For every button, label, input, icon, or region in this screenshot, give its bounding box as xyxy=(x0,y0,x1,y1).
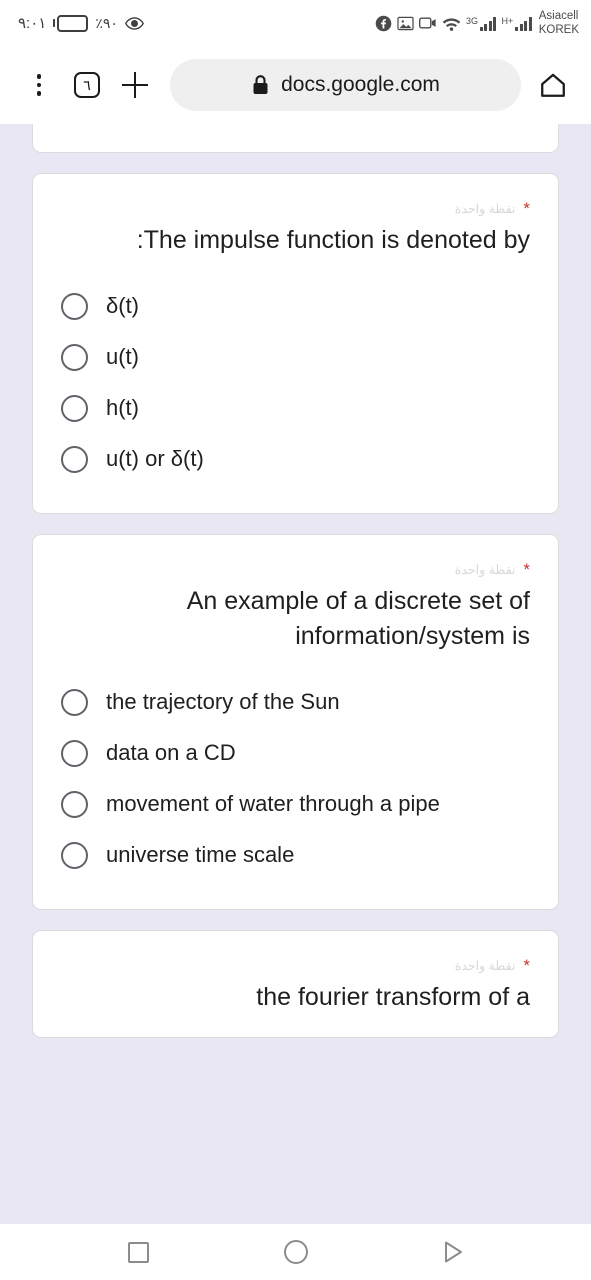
question-2-options: the trajectory of the Sun data on a CD m… xyxy=(61,677,530,881)
radio-button[interactable] xyxy=(61,445,88,473)
question-card-1: * نقطة واحدة The impulse function is den… xyxy=(32,173,559,514)
sim2-signal-indicator: H+ xyxy=(501,15,532,31)
radio-option[interactable]: δ(t) xyxy=(61,281,530,332)
radio-button[interactable] xyxy=(61,739,88,767)
question-card-3: * نقطة واحدة the fourier transform of a xyxy=(32,929,559,1038)
photo-icon xyxy=(397,16,414,31)
home-icon[interactable] xyxy=(531,63,575,107)
question-1-meta: * نقطة واحدة xyxy=(61,200,530,217)
question-1-title: The impulse function is denoted by: xyxy=(136,226,530,254)
radio-option[interactable]: movement of water through a pipe xyxy=(61,779,530,830)
new-tab-button[interactable] xyxy=(112,62,158,108)
radio-option-label: movement of water through a pipe xyxy=(106,791,440,816)
browser-toolbar: ٦ docs.google.com xyxy=(0,46,591,124)
square-recents-icon[interactable] xyxy=(111,1229,167,1275)
carrier-1-label: Asiacell xyxy=(538,9,579,22)
radio-option-label: u(t) or δ(t) xyxy=(106,446,204,471)
battery-percent-label: ٪٩٠ xyxy=(95,14,118,31)
sim1-signal-bars xyxy=(479,16,497,31)
circle-home-icon[interactable] xyxy=(268,1229,324,1275)
required-asterisk: * xyxy=(523,559,530,579)
url-text: docs.google.com xyxy=(281,73,440,96)
plus-icon xyxy=(122,72,148,98)
url-bar[interactable]: docs.google.com xyxy=(170,59,521,111)
lock-icon xyxy=(251,74,270,96)
radio-option-label: the trajectory of the Sun xyxy=(106,689,340,714)
question-3-meta: * نقطة واحدة xyxy=(61,957,530,974)
facebook-icon xyxy=(375,15,392,32)
radio-option-label: universe time scale xyxy=(106,842,295,867)
tab-switcher-button[interactable]: ٦ xyxy=(64,62,110,108)
radio-option[interactable]: h(t) xyxy=(61,383,530,434)
status-bar-left: ٩:٠١ ٪٩٠ xyxy=(18,14,144,33)
status-bar: ٩:٠١ ٪٩٠ 3G H+ Asiacell KOREK xyxy=(0,0,591,46)
question-2-title: An example of a discrete set of informat… xyxy=(186,586,530,651)
question-points-label: نقطة واحدة xyxy=(454,202,516,216)
radio-option[interactable]: the trajectory of the Sun xyxy=(61,677,530,728)
required-asterisk: * xyxy=(523,199,530,218)
kebab-menu-icon[interactable] xyxy=(16,62,62,108)
battery-icon xyxy=(53,14,89,32)
question-points-label: نقطة واحدة xyxy=(454,958,516,973)
status-bar-right: 3G H+ Asiacell KOREK xyxy=(375,9,579,37)
sim2-signal-bars xyxy=(515,16,532,31)
required-asterisk: * xyxy=(523,955,530,975)
question-2-meta: * نقطة واحدة xyxy=(61,561,530,578)
form-page[interactable]: * نقطة واحدة The impulse function is den… xyxy=(0,124,591,1224)
radio-option-label: u(t) xyxy=(106,344,139,369)
question-points-label: نقطة واحدة xyxy=(454,562,516,577)
radio-option[interactable]: universe time scale xyxy=(61,830,530,881)
status-time: ٩:٠١ xyxy=(18,15,47,32)
radio-option[interactable]: u(t) or δ(t) xyxy=(61,434,530,485)
radio-option-label: δ(t) xyxy=(106,293,140,318)
sim1-signal-indicator: 3G xyxy=(466,16,497,31)
sim2-network-label: H+ xyxy=(501,15,514,26)
question-3-title: the fourier transform of a xyxy=(256,982,530,1011)
sim1-network-label: 3G xyxy=(465,15,478,26)
radio-button[interactable] xyxy=(61,841,88,869)
android-navigation-bar xyxy=(0,1224,591,1280)
video-camera-icon xyxy=(418,16,437,30)
radio-button[interactable] xyxy=(61,394,88,422)
tab-count-label: ٦ xyxy=(74,72,100,98)
question-card-2: * نقطة واحدة An example of a discrete se… xyxy=(32,533,559,910)
radio-button[interactable] xyxy=(61,790,88,818)
radio-option-label: h(t) xyxy=(106,395,139,420)
triangle-back-icon[interactable] xyxy=(425,1229,481,1275)
carrier-labels: Asiacell KOREK xyxy=(539,9,579,37)
radio-button[interactable] xyxy=(61,292,88,320)
radio-option-label: data on a CD xyxy=(106,740,236,765)
question-1-options: δ(t) u(t) h(t) u(t) or δ(t) xyxy=(61,281,530,485)
carrier-2-label: KOREK xyxy=(538,24,579,36)
radio-button[interactable] xyxy=(61,343,88,371)
previous-question-card-clipped xyxy=(32,124,559,153)
wifi-icon xyxy=(442,16,461,31)
radio-option[interactable]: data on a CD xyxy=(61,728,530,779)
phone-screen: ٩:٠١ ٪٩٠ 3G H+ Asiacell KOREK ٦ docs.goo… xyxy=(0,0,591,1280)
radio-option[interactable]: u(t) xyxy=(61,332,530,383)
radio-button[interactable] xyxy=(61,688,88,716)
eye-comfort-icon xyxy=(124,14,144,33)
